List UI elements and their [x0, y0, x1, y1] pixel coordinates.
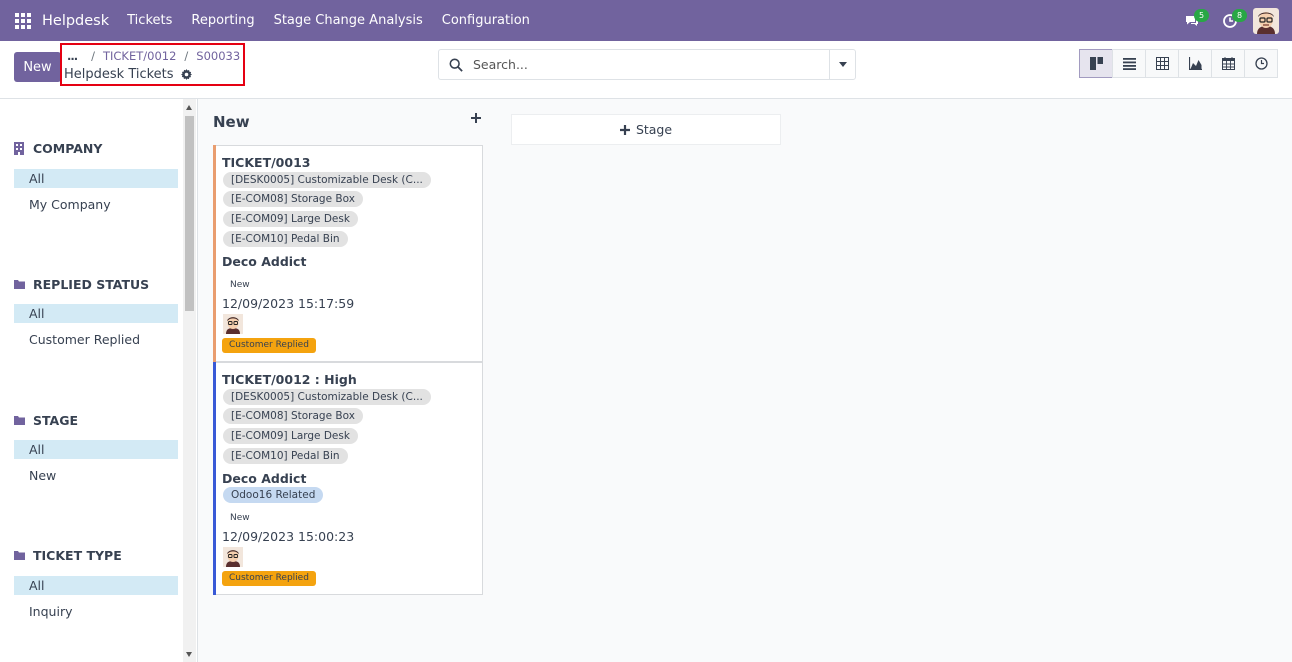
section-title: TICKET TYPE [33, 548, 122, 563]
status-badge: Customer Replied [222, 338, 316, 353]
control-panel: New ... / TICKET/0012 / S00033 Helpdesk … [0, 41, 1292, 99]
building-icon [14, 142, 25, 155]
product-tag: [E-COM10] Pedal Bin [223, 231, 348, 247]
breadcrumb-item-sale-order[interactable]: S00033 [196, 49, 240, 63]
product-tag: [E-COM10] Pedal Bin [223, 448, 348, 464]
card-stage: New [230, 280, 250, 290]
card-title: TICKET/0012 : High [222, 372, 357, 387]
caret-down-icon [838, 62, 847, 67]
messages-count-badge: 5 [1194, 9, 1209, 22]
column-add-icon[interactable] [471, 113, 481, 123]
section-title: COMPANY [33, 141, 103, 156]
filter-company-all[interactable]: All [14, 169, 178, 188]
gear-icon[interactable] [180, 69, 192, 80]
filter-company-my-company[interactable]: My Company [14, 195, 178, 214]
search-icon [439, 58, 473, 72]
calendar-icon [1221, 57, 1235, 70]
sidebar-scrollbar[interactable] [183, 99, 196, 662]
filter-replied-all[interactable]: All [14, 304, 178, 323]
plus-icon [619, 124, 630, 135]
apps-menu-button[interactable] [0, 0, 46, 41]
search-panel-sidebar: COMPANY All My Company REPLIED STATUS Al… [0, 99, 196, 662]
ticket-card[interactable]: TICKET/0012 : High [DESK0005] Customizab… [213, 362, 483, 595]
filter-replied-customer-replied[interactable]: Customer Replied [14, 330, 178, 349]
clock-icon [1254, 57, 1268, 70]
table-icon [1155, 57, 1169, 70]
assignee-avatar[interactable] [223, 547, 243, 567]
kanban-view-button[interactable] [1079, 49, 1113, 78]
card-partner: Deco Addict [222, 471, 307, 486]
card-title: TICKET/0013 [222, 155, 311, 170]
section-title: STAGE [33, 413, 79, 428]
product-tag: [E-COM09] Large Desk [223, 211, 358, 227]
card-date: 12/09/2023 15:17:59 [222, 296, 355, 311]
area-chart-icon [1188, 57, 1202, 70]
activities-button[interactable]: 8 [1211, 0, 1249, 41]
breadcrumb-item-ticket[interactable]: TICKET/0012 [103, 49, 176, 63]
menu-item-configuration[interactable]: Configuration [442, 13, 530, 28]
graph-view-button[interactable] [1178, 49, 1212, 78]
product-tag: [DESK0005] Customizable Desk (C... [223, 172, 431, 188]
user-avatar[interactable] [1253, 7, 1279, 34]
product-tag: [E-COM08] Storage Box [223, 191, 363, 207]
search-bar [438, 49, 830, 80]
product-tag: [DESK0005] Customizable Desk (C... [223, 389, 431, 405]
list-icon [1122, 58, 1136, 70]
app-brand[interactable]: Helpdesk [42, 13, 109, 29]
card-color-stripe [213, 145, 216, 362]
product-tag: [E-COM08] Storage Box [223, 408, 363, 424]
card-stage: New [230, 513, 250, 523]
apps-grid-icon [15, 12, 31, 29]
section-header-stage: STAGE [14, 413, 78, 428]
section-header-ticket-type: TICKET TYPE [14, 548, 122, 563]
product-tag: [E-COM09] Large Desk [223, 428, 358, 444]
add-stage-button[interactable]: Stage [511, 114, 781, 145]
filter-type-all[interactable]: All [14, 576, 178, 595]
folder-icon [14, 280, 25, 289]
section-header-replied-status: REPLIED STATUS [14, 277, 149, 292]
card-date: 12/09/2023 15:00:23 [222, 529, 355, 544]
breadcrumb: ... / TICKET/0012 / S00033 [67, 49, 241, 63]
menu-item-stage-change-analysis[interactable]: Stage Change Analysis [274, 13, 423, 28]
activity-view-button[interactable] [1244, 49, 1278, 78]
page-title: Helpdesk Tickets [64, 67, 174, 82]
status-badge: Customer Replied [222, 571, 316, 586]
section-title: REPLIED STATUS [33, 277, 150, 292]
menu-item-reporting[interactable]: Reporting [191, 13, 254, 28]
kanban-icon [1089, 57, 1103, 70]
folder-icon [14, 551, 25, 560]
filter-type-inquiry[interactable]: Inquiry [14, 602, 178, 621]
pivot-view-button[interactable] [1145, 49, 1179, 78]
category-tag: Odoo16 Related [223, 487, 324, 503]
new-button[interactable]: New [14, 52, 61, 82]
messages-button[interactable]: 5 [1173, 0, 1211, 41]
menu-item-tickets[interactable]: Tickets [127, 13, 172, 28]
ticket-card[interactable]: TICKET/0013 [DESK0005] Customizable Desk… [213, 145, 483, 362]
activities-count-badge: 8 [1232, 9, 1247, 22]
view-switcher [1079, 49, 1278, 78]
filter-stage-new[interactable]: New [14, 466, 178, 485]
page-title-row: Helpdesk Tickets [64, 67, 192, 82]
scroll-up-arrow-icon[interactable] [186, 105, 192, 110]
card-color-stripe [213, 362, 216, 595]
scrollbar-thumb[interactable] [185, 116, 194, 311]
list-view-button[interactable] [1112, 49, 1146, 78]
card-partner: Deco Addict [222, 254, 307, 269]
top-navbar: Helpdesk Tickets Reporting Stage Change … [0, 0, 1292, 41]
column-title: New [213, 113, 250, 131]
search-options-toggle[interactable] [829, 49, 856, 80]
section-header-company: COMPANY [14, 141, 102, 156]
folder-icon [14, 416, 25, 425]
add-stage-label: Stage [635, 122, 673, 137]
assignee-avatar[interactable] [223, 314, 243, 334]
kanban-board: New TICKET/0013 [DESK0005] Customizable … [197, 99, 1292, 662]
scroll-down-arrow-icon[interactable] [186, 652, 192, 657]
breadcrumb-ellipsis[interactable]: ... [67, 49, 78, 63]
filter-stage-all[interactable]: All [14, 440, 178, 459]
calendar-view-button[interactable] [1211, 49, 1245, 78]
search-input[interactable] [473, 57, 830, 72]
